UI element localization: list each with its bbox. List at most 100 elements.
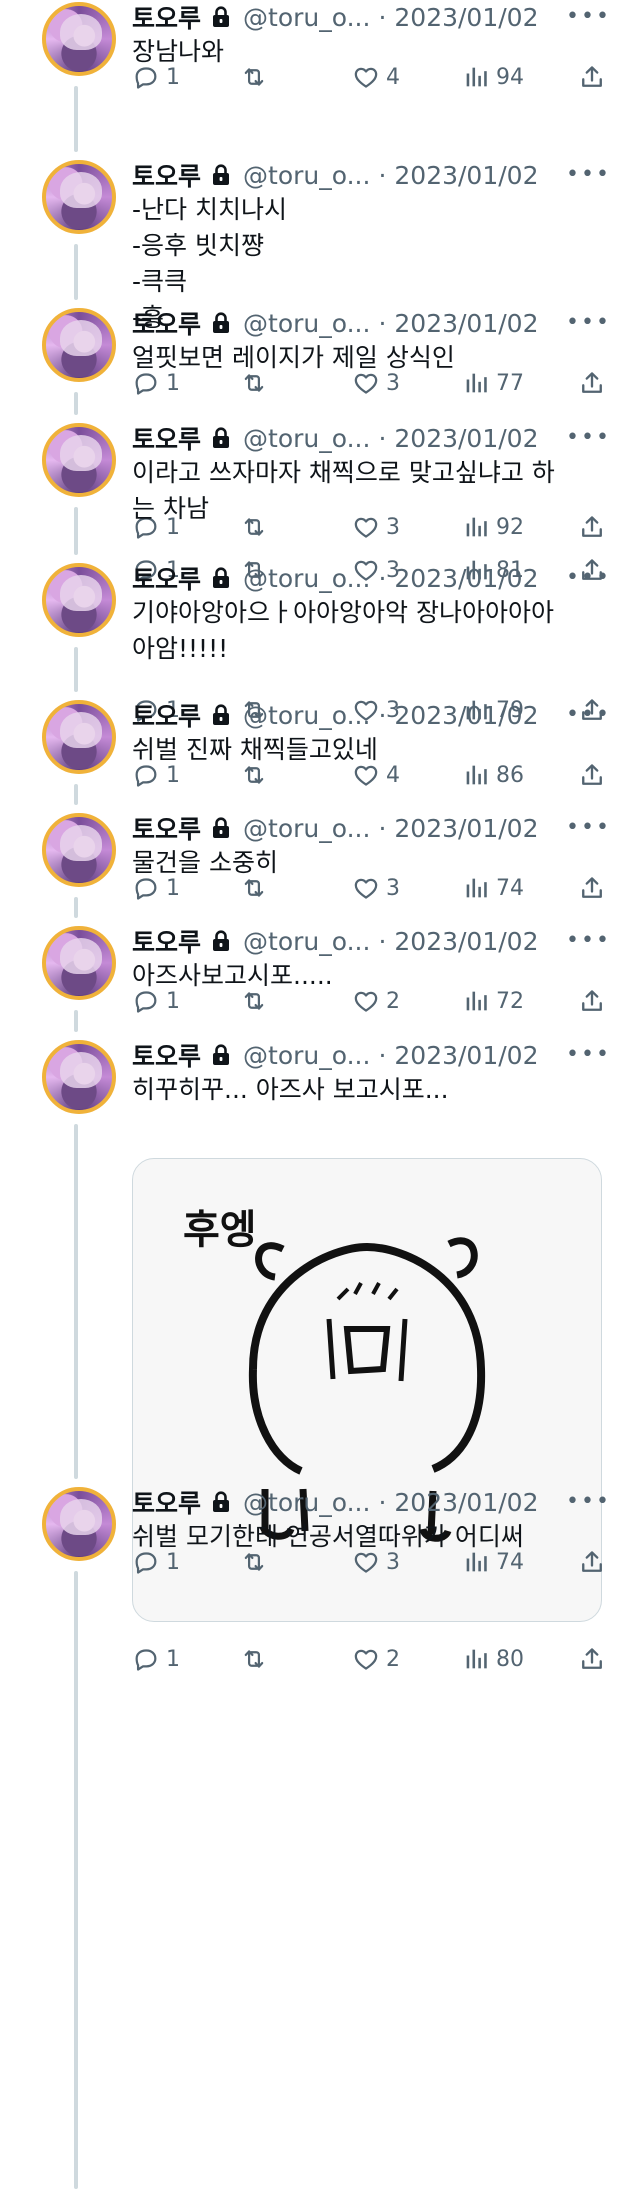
like-button[interactable]: 3 — [352, 1545, 400, 1579]
tweet[interactable]: 토오루 @toru_o... · 2023/01/02 ••• 기야아앙아으ㅏ아아앙아악 … — [0, 561, 640, 723]
reply-button[interactable]: 1 — [132, 871, 180, 905]
more-options-icon[interactable]: ••• — [566, 928, 611, 953]
author-name[interactable]: 토오루 — [132, 1484, 201, 1520]
retweet-button[interactable] — [240, 366, 274, 400]
author-handle[interactable]: @toru_o... — [243, 564, 370, 593]
share-icon — [578, 761, 606, 789]
tweet-date[interactable]: 2023/01/02 — [394, 701, 538, 730]
avatar[interactable] — [42, 1487, 116, 1561]
views-button[interactable]: 77 — [462, 366, 524, 400]
views-button[interactable]: 86 — [462, 758, 524, 792]
like-button[interactable]: 2 — [352, 984, 400, 1018]
more-options-icon[interactable]: ••• — [566, 1489, 611, 1514]
retweet-button[interactable] — [240, 1545, 274, 1579]
views-button[interactable]: 72 — [462, 984, 524, 1018]
author-name[interactable]: 토오루 — [132, 305, 201, 341]
more-options-icon[interactable]: ••• — [566, 162, 611, 187]
reply-button[interactable]: 1 — [132, 60, 180, 94]
reply-button[interactable]: 1 — [132, 1545, 180, 1579]
tweet[interactable]: 토오루 @toru_o... · 2023/01/02 ••• 아즈사보고시포..... 1… — [0, 924, 640, 1038]
more-options-icon[interactable]: ••• — [566, 310, 611, 335]
avatar[interactable] — [42, 308, 116, 382]
more-options-icon[interactable]: ••• — [566, 815, 611, 840]
author-name[interactable]: 토오루 — [132, 0, 201, 35]
avatar[interactable] — [42, 700, 116, 774]
tweet[interactable]: 토오루 @toru_o... · 2023/01/02 ••• 쉬벌 모기한테 연공서열따… — [0, 1485, 640, 2195]
share-button[interactable] — [578, 60, 606, 94]
reply-button[interactable]: 1 — [132, 984, 180, 1018]
author-handle[interactable]: @toru_o... — [243, 424, 370, 453]
protected-lock-icon — [211, 930, 231, 952]
share-button[interactable] — [578, 1545, 606, 1579]
more-options-icon[interactable]: ••• — [566, 4, 611, 29]
like-button[interactable]: 4 — [352, 758, 400, 792]
share-button[interactable] — [578, 366, 606, 400]
share-button[interactable] — [578, 871, 606, 905]
retweet-button[interactable] — [240, 758, 274, 792]
author-handle[interactable]: @toru_o... — [243, 1041, 370, 1070]
tweet-actions: 1 4 94 — [132, 60, 606, 94]
like-button[interactable]: 3 — [352, 366, 400, 400]
author-handle[interactable]: @toru_o... — [243, 814, 370, 843]
tweet[interactable]: 토오루 @toru_o... · 2023/01/02 ••• 물건을 소중히 1 3 74 — [0, 811, 640, 924]
author-name[interactable]: 토오루 — [132, 697, 201, 733]
tweet[interactable]: 토오루 @toru_o... · 2023/01/02 ••• 이라고 쓰자마자 채찍으로… — [0, 420, 640, 583]
tweet[interactable]: 토오루 @toru_o... · 2023/01/02 ••• 쉬벌 진짜 채찍들고있네 1… — [0, 698, 640, 811]
author-name[interactable]: 토오루 — [132, 560, 201, 596]
avatar[interactable] — [42, 1040, 116, 1114]
tweet[interactable]: 토오루 @toru_o... · 2023/01/02 ••• -난다 치치나시 -응후 빗… — [0, 157, 640, 540]
tweet-date[interactable]: 2023/01/02 — [394, 564, 538, 593]
like-button[interactable]: 4 — [352, 60, 400, 94]
views-button[interactable]: 74 — [462, 871, 524, 905]
tweet-text-line: -응후 빗치쨩 — [132, 231, 264, 260]
author-handle[interactable]: @toru_o... — [243, 701, 370, 730]
author-name[interactable]: 토오루 — [132, 923, 201, 959]
tweet-date[interactable]: 2023/01/02 — [394, 3, 538, 32]
tweet-date[interactable]: 2023/01/02 — [394, 814, 538, 843]
views-count: 74 — [496, 875, 524, 901]
tweet-date[interactable]: 2023/01/02 — [394, 309, 538, 338]
share-button[interactable] — [578, 758, 606, 792]
author-name[interactable]: 토오루 — [132, 810, 201, 846]
author-name[interactable]: 토오루 — [132, 420, 201, 456]
author-handle[interactable]: @toru_o... — [243, 309, 370, 338]
avatar[interactable] — [42, 926, 116, 1000]
reply-button[interactable]: 1 — [132, 758, 180, 792]
tweet[interactable]: 토오루 @toru_o... · 2023/01/02 ••• 히꾸히꾸... 아즈사 보… — [0, 1037, 640, 1672]
author-handle[interactable]: @toru_o... — [243, 927, 370, 956]
more-options-icon[interactable]: ••• — [566, 1042, 611, 1067]
tweet-header: 토오루 @toru_o... · 2023/01/02 — [132, 561, 538, 595]
protected-lock-icon — [211, 1491, 231, 1513]
author-name[interactable]: 토오루 — [132, 1037, 201, 1073]
tweet-date[interactable]: 2023/01/02 — [394, 424, 538, 453]
author-name[interactable]: 토오루 — [132, 157, 201, 193]
author-handle[interactable]: @toru_o... — [243, 161, 370, 190]
author-handle[interactable]: @toru_o... — [243, 1488, 370, 1517]
tweet[interactable]: 토오루 @toru_o... · 2023/01/02 ••• 얼핏보면 레이지가 제일 … — [0, 306, 640, 421]
tweet-date[interactable]: 2023/01/02 — [394, 927, 538, 956]
author-handle[interactable]: @toru_o... — [243, 3, 370, 32]
tweet-date[interactable]: 2023/01/02 — [394, 1041, 538, 1070]
avatar[interactable] — [42, 563, 116, 637]
more-options-icon[interactable]: ••• — [566, 565, 611, 590]
tweet-date[interactable]: 2023/01/02 — [394, 1488, 538, 1517]
tweet-date[interactable]: 2023/01/02 — [394, 161, 538, 190]
avatar[interactable] — [42, 2, 116, 76]
tweet[interactable]: 토오루 @toru_o... · 2023/01/02 ••• 장남나와 1 4 94 — [0, 0, 640, 158]
lock-icon — [213, 6, 230, 27]
views-button[interactable]: 94 — [462, 60, 524, 94]
lock-icon — [213, 817, 230, 838]
like-icon — [352, 874, 380, 902]
avatar[interactable] — [42, 813, 116, 887]
reply-button[interactable]: 1 — [132, 366, 180, 400]
avatar[interactable] — [42, 160, 116, 234]
retweet-button[interactable] — [240, 984, 274, 1018]
more-options-icon[interactable]: ••• — [566, 702, 611, 727]
retweet-button[interactable] — [240, 60, 274, 94]
retweet-button[interactable] — [240, 871, 274, 905]
views-button[interactable]: 74 — [462, 1545, 524, 1579]
like-button[interactable]: 3 — [352, 871, 400, 905]
share-button[interactable] — [578, 984, 606, 1018]
avatar[interactable] — [42, 423, 116, 497]
more-options-icon[interactable]: ••• — [566, 425, 611, 450]
